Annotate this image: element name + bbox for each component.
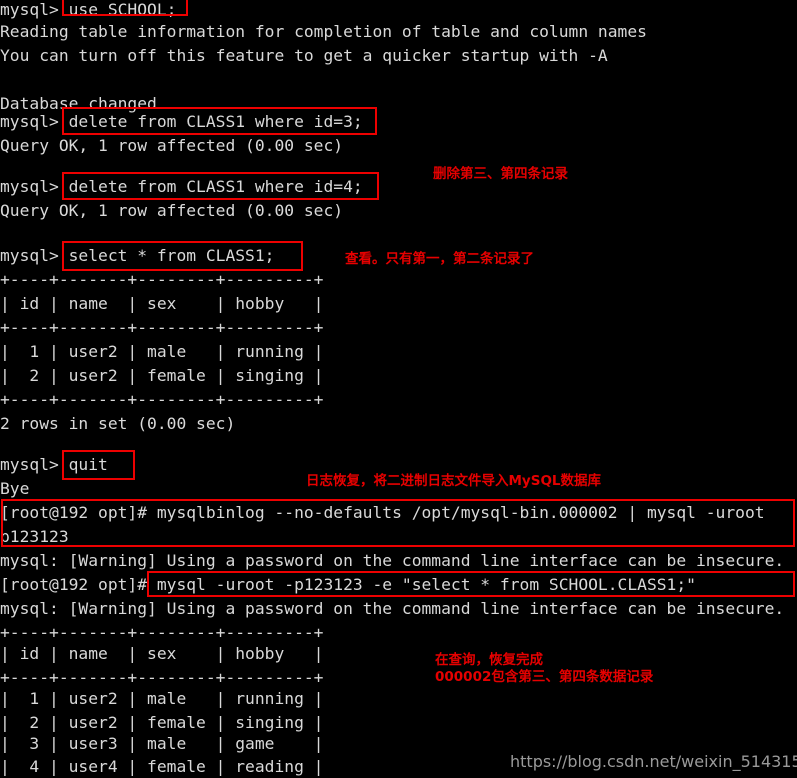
- annotation-query-done: 在查询，恢复完成: [435, 652, 543, 668]
- terminal-line: Query OK, 1 row affected (0.00 sec): [0, 136, 344, 155]
- terminal-line: [root@192 opt]# mysql -uroot -p123123 -e…: [0, 575, 696, 594]
- annotation-view-records: 查看。只有第一，第二条记录了: [345, 251, 534, 267]
- terminal-line: 2 rows in set (0.00 sec): [0, 414, 236, 433]
- terminal-line: Bye: [0, 479, 30, 498]
- terminal-line: Query OK, 1 row affected (0.00 sec): [0, 201, 344, 220]
- terminal-line: mysql> delete from CLASS1 where id=4;: [0, 177, 363, 196]
- watermark: https://blog.csdn.net/weixin_51431591: [510, 752, 797, 771]
- terminal-line: | 1 | user2 | male | running |: [0, 689, 324, 708]
- terminal-line: | 2 | user2 | female | singing |: [0, 366, 324, 385]
- terminal-line: +----+-------+--------+---------+: [0, 390, 324, 409]
- terminal-line: | id | name | sex | hobby |: [0, 294, 324, 313]
- terminal-line: +----+-------+--------+---------+: [0, 270, 324, 289]
- terminal-line: mysql> use SCHOOL;: [0, 0, 177, 19]
- terminal-line: mysql: [Warning] Using a password on the…: [0, 551, 785, 570]
- terminal-line: +----+-------+--------+---------+: [0, 318, 324, 337]
- terminal-line: mysql> select * from CLASS1;: [0, 246, 275, 265]
- terminal-line: | id | name | sex | hobby |: [0, 644, 324, 663]
- annotation-delete-records: 删除第三、第四条记录: [433, 166, 568, 182]
- terminal-line: | 1 | user2 | male | running |: [0, 342, 324, 361]
- annotation-binlog-contains: 000002包含第三、第四条数据记录: [435, 669, 654, 685]
- annotation-log-recovery: 日志恢复，将二进制日志文件导入MySQL数据库: [306, 473, 602, 489]
- terminal-line: mysql> delete from CLASS1 where id=3;: [0, 112, 363, 131]
- terminal-line: mysql> quit: [0, 455, 108, 474]
- terminal-line: | 3 | user3 | male | game |: [0, 734, 324, 753]
- terminal-line: [root@192 opt]# mysqlbinlog --no-default…: [0, 503, 765, 522]
- terminal-line: p123123: [0, 527, 69, 546]
- terminal-line: | 4 | user4 | female | reading |: [0, 757, 324, 776]
- terminal-window[interactable]: mysql> use SCHOOL; Reading table informat…: [0, 0, 797, 778]
- terminal-line: Reading table information for completion…: [0, 22, 647, 41]
- terminal-line: You can turn off this feature to get a q…: [0, 46, 608, 65]
- terminal-line: mysql: [Warning] Using a password on the…: [0, 599, 785, 618]
